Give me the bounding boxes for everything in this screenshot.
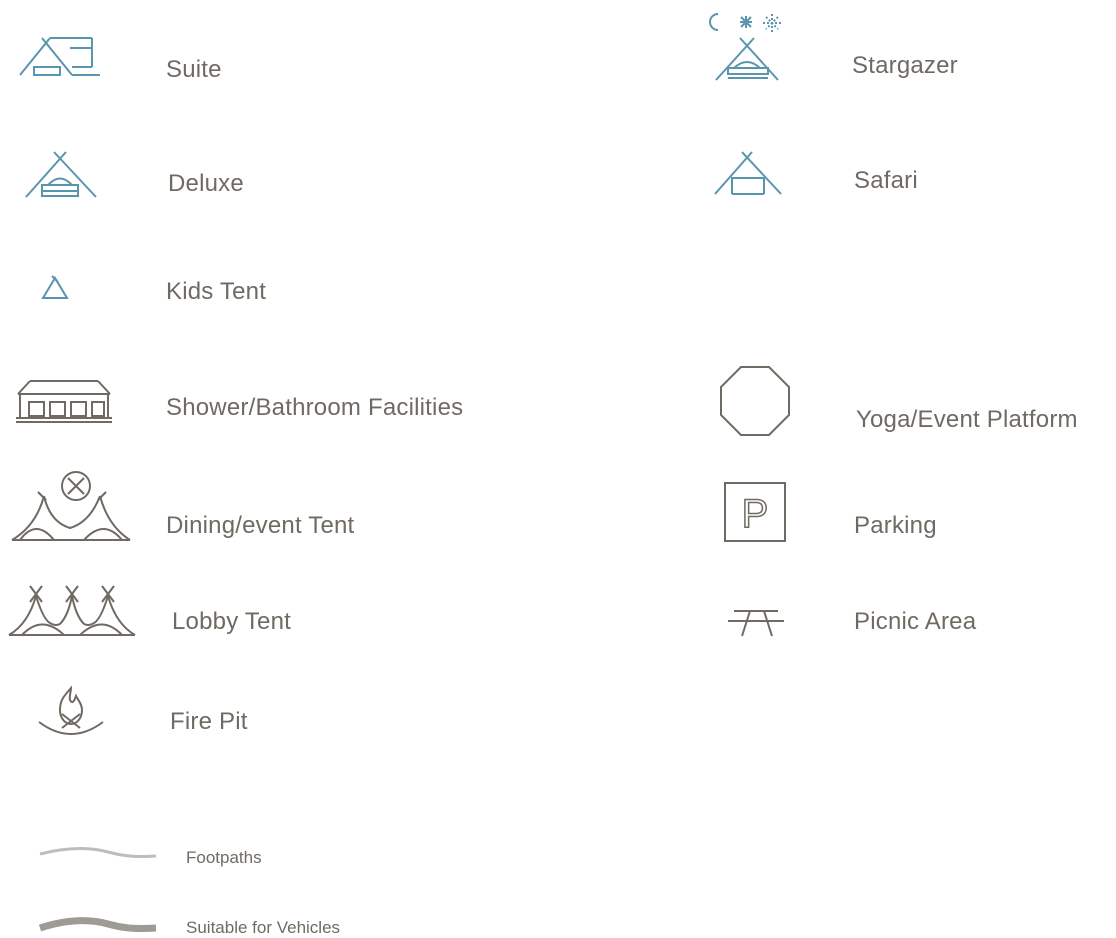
parking-icon: P bbox=[724, 482, 786, 542]
parking-glyph: P bbox=[742, 492, 769, 536]
kids-tent-icon bbox=[41, 275, 69, 300]
vehicle-path-line-icon bbox=[38, 916, 158, 936]
bathroom-building-icon bbox=[16, 380, 112, 424]
footpath-line-icon bbox=[38, 846, 158, 862]
legend-label-fire-pit: Fire Pit bbox=[170, 708, 248, 735]
legend-label-safari: Safari bbox=[854, 167, 918, 194]
suite-tent-icon bbox=[19, 34, 102, 78]
legend-label-yoga-platform: Yoga/Event Platform bbox=[856, 406, 1078, 433]
deluxe-tent-icon bbox=[25, 150, 98, 200]
lobby-tent-icon bbox=[8, 584, 136, 638]
stargazer-tent-icon bbox=[706, 12, 788, 82]
legend-label-deluxe: Deluxe bbox=[168, 170, 244, 197]
legend-label-dining-tent: Dining/event Tent bbox=[166, 512, 355, 539]
fire-pit-icon bbox=[38, 685, 104, 740]
legend-label-lobby-tent: Lobby Tent bbox=[172, 608, 291, 635]
legend-label-parking: Parking bbox=[854, 512, 937, 539]
legend-label-kids-tent: Kids Tent bbox=[166, 278, 267, 305]
legend-label-stargazer: Stargazer bbox=[852, 52, 958, 79]
legend-label-bathroom: Shower/Bathroom Facilities bbox=[166, 394, 464, 421]
legend-label-vehicles: Suitable for Vehicles bbox=[186, 918, 341, 937]
legend-label-picnic-area: Picnic Area bbox=[854, 608, 977, 635]
octagon-platform-icon bbox=[720, 366, 790, 436]
dining-tent-icon bbox=[10, 470, 132, 544]
legend-label-suite: Suite bbox=[166, 56, 222, 83]
safari-tent-icon bbox=[714, 150, 782, 196]
picnic-table-icon bbox=[728, 609, 786, 637]
legend-label-footpaths: Footpaths bbox=[186, 848, 262, 867]
